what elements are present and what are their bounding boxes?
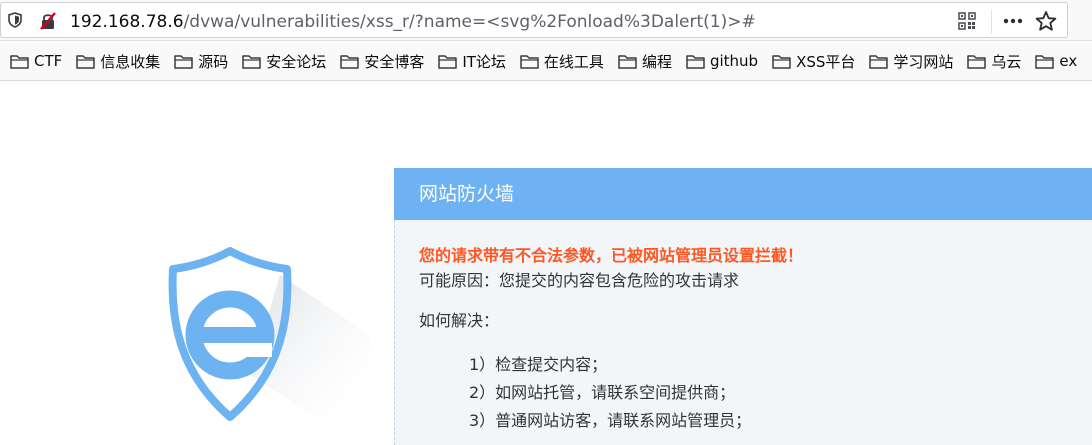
bookmarks-toolbar: CTF 信息收集 源码 安全论坛 安全博客 IT论坛 在线工具 编程 github XSS平台 学习… [0, 41, 1092, 81]
address-bar-container: 192.168.78.6/dvwa/vulnerabilities/xss_r/… [0, 0, 1092, 41]
bookmark-folder[interactable]: 在线工具 [520, 41, 604, 80]
bookmark-label: XSS平台 [796, 52, 856, 71]
bookmark-folder[interactable]: 安全博客 [340, 41, 425, 80]
folder-icon [340, 54, 360, 69]
url-path: /dvwa/vulnerabilities/xss_r/?name=<svg%2… [183, 12, 756, 32]
bookmark-label: 源码 [198, 52, 229, 71]
bookmark-label: 信息收集 [100, 52, 161, 71]
folder-icon [1035, 54, 1055, 69]
bookmark-label: 在线工具 [543, 52, 604, 71]
bookmark-folder[interactable]: XSS平台 [772, 41, 856, 80]
block-reason: 可能原因：您提交的内容包含危险的攻击请求 [419, 271, 740, 290]
bookmark-folder[interactable]: CTF [10, 41, 63, 80]
bookmark-label: 乌云 [991, 52, 1022, 71]
bookmark-folder[interactable]: 安全论坛 [242, 41, 327, 80]
more-dots-icon[interactable] [1002, 12, 1024, 30]
folder-icon [967, 54, 987, 69]
bookmark-folder[interactable]: 学习网站 [869, 41, 954, 80]
bookmark-label: 编程 [641, 52, 672, 71]
bookmark-folder[interactable]: 源码 [174, 41, 229, 80]
firewall-title: 网站防火墙 [419, 183, 515, 205]
url-text[interactable]: 192.168.78.6/dvwa/vulnerabilities/xss_r/… [70, 12, 756, 32]
toolbar-separator [991, 10, 992, 34]
folder-icon [618, 54, 637, 69]
url-host: 192.168.78.6 [70, 12, 184, 32]
bookmark-label: ex [1059, 52, 1078, 70]
insecure-lock-icon[interactable] [38, 11, 58, 31]
folder-icon [174, 54, 194, 69]
solution-step: 1）检查提交内容； [469, 355, 608, 374]
bookmark-label: IT论坛 [462, 52, 506, 71]
qr-code-icon[interactable] [958, 12, 976, 30]
star-icon[interactable] [1035, 10, 1057, 32]
solution-steps: 1）检查提交内容； 2）如网站托管，请联系空间提供商； 3）普通网站访客，请联系… [469, 351, 751, 435]
folder-icon [686, 54, 705, 69]
bookmark-label: 安全博客 [364, 52, 425, 71]
solution-step: 2）如网站托管，请联系空间提供商； [469, 383, 736, 402]
firewall-message-panel: 您的请求带有不合法参数，已被网站管理员设置拦截！ 可能原因：您提交的内容包含危险… [394, 220, 1092, 445]
bookmark-folder[interactable]: ex [1035, 41, 1078, 80]
bookmark-folder[interactable]: 乌云 [967, 41, 1022, 80]
firewall-shield-logo [130, 235, 390, 435]
bookmark-folder[interactable]: 编程 [618, 41, 672, 80]
folder-icon [869, 54, 889, 69]
folder-icon [772, 54, 791, 69]
bookmark-folder[interactable]: IT论坛 [438, 41, 506, 80]
bookmark-folder[interactable]: github [686, 41, 759, 80]
bookmark-label: 学习网站 [893, 52, 954, 71]
bookmark-folder[interactable]: 信息收集 [76, 41, 161, 80]
folder-icon [520, 54, 539, 69]
folder-icon [76, 54, 96, 69]
shield-icon[interactable] [6, 11, 24, 29]
folder-icon [242, 54, 262, 69]
url-field[interactable]: 192.168.78.6/dvwa/vulnerabilities/xss_r/… [0, 2, 1068, 38]
folder-icon [10, 54, 29, 69]
blocked-warning: 您的请求带有不合法参数，已被网站管理员设置拦截！ [419, 246, 804, 265]
firewall-header: 网站防火墙 [394, 168, 1092, 220]
folder-icon [438, 54, 458, 69]
bookmark-label: 安全论坛 [266, 52, 327, 71]
howto-heading: 如何解决： [419, 311, 500, 330]
bookmark-label: github [709, 52, 759, 70]
bookmark-label: CTF [34, 52, 63, 70]
solution-step: 3）普通网站访客，请联系网站管理员； [469, 411, 752, 430]
shield-e-icon [168, 247, 370, 421]
